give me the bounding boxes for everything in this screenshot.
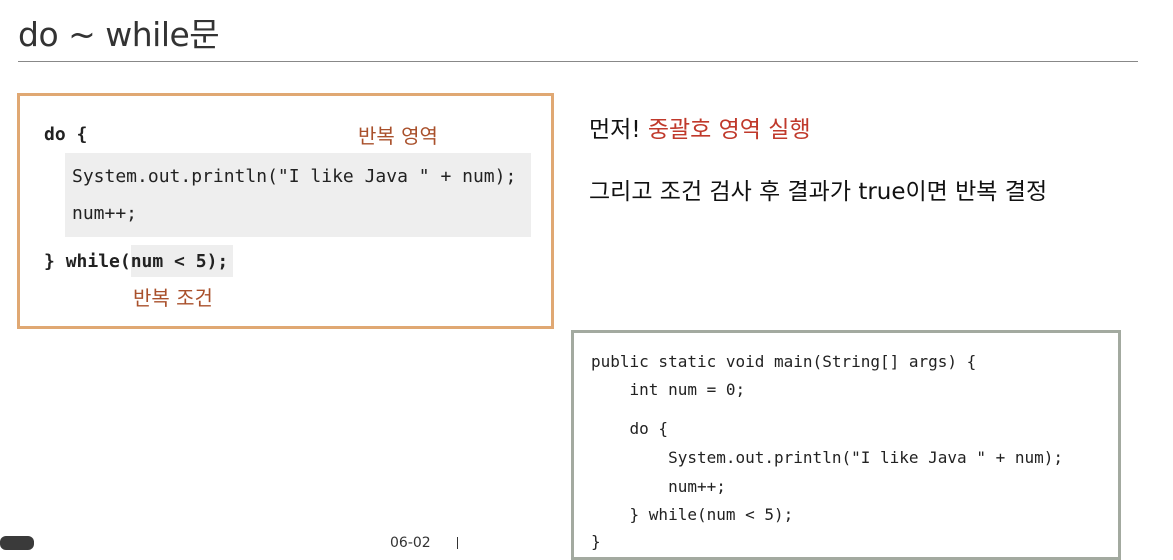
- page-number: 06-02: [390, 535, 431, 551]
- code-example-line: int num = 0;: [591, 380, 746, 399]
- text-cursor: [457, 537, 458, 549]
- code-example-line: num++;: [591, 477, 726, 496]
- explanation-prefix: 먼저!: [589, 117, 648, 143]
- code-example-line: } while(num < 5);: [591, 505, 794, 524]
- while-condition: (num < 5);: [119, 251, 229, 272]
- explanation-line-1: 먼저! 중괄호 영역 실행: [589, 110, 811, 144]
- loop-area-label: 반복 영역: [358, 124, 438, 148]
- do-keyword: do {: [44, 124, 88, 145]
- close-brace: }: [44, 251, 55, 272]
- syntax-box: do { 반복 영역 System.out.println("I like Ja…: [17, 93, 554, 329]
- while-keyword: while: [65, 251, 120, 272]
- page-title: do ~ while문: [18, 15, 220, 54]
- title-divider: [18, 61, 1138, 62]
- code-example-box: public static void main(String[] args) {…: [571, 330, 1121, 560]
- code-line-println: System.out.println("I like Java " + num)…: [72, 166, 517, 187]
- code-example-line: }: [591, 532, 601, 551]
- code-example-line: do {: [591, 419, 669, 438]
- code-line-increment: num++;: [72, 203, 138, 224]
- explanation-highlight: 중괄호 영역 실행: [647, 117, 811, 143]
- code-example-line: public static void main(String[] args) {: [591, 352, 977, 371]
- player-control-tab[interactable]: [0, 536, 34, 550]
- while-line: } while(num < 5);: [44, 251, 228, 272]
- code-example-line: System.out.println("I like Java " + num)…: [591, 448, 1064, 467]
- loop-condition-label: 반복 조건: [133, 286, 213, 310]
- explanation-line-2: 그리고 조건 검사 후 결과가 true이면 반복 결정: [589, 179, 1048, 205]
